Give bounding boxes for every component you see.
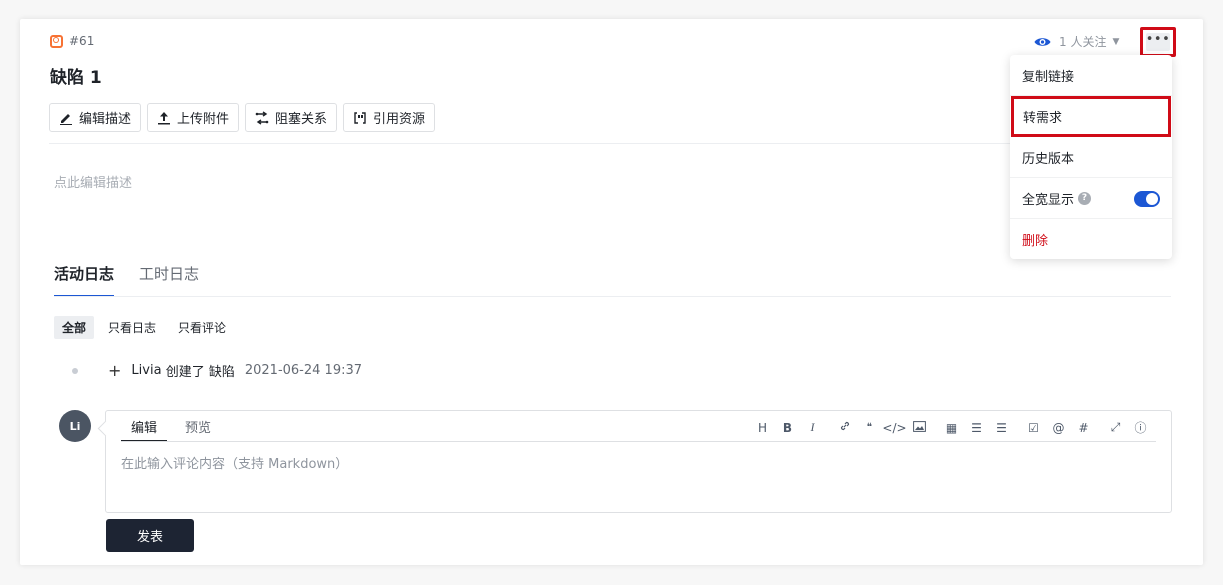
tab-activity-log[interactable]: 活动日志 [54,263,115,297]
activity-object: 缺陷 [208,365,235,380]
timeline-dot [72,367,78,374]
heading-icon[interactable]: H [750,421,775,435]
table-icon[interactable]: ▦ [939,421,964,435]
menu-item-delete[interactable]: 删除 [1010,219,1172,260]
full-width-label: 全宽显示 [1022,192,1075,208]
page-title[interactable]: 缺陷 1 [50,63,102,88]
menu-item-history[interactable]: 历史版本 [1010,137,1172,178]
filter-logs-only[interactable]: 只看日志 [100,316,164,339]
checkbox-icon[interactable]: ☑ [1021,421,1046,435]
hashtag-icon[interactable]: # [1071,421,1096,435]
link-icon[interactable] [832,420,857,435]
activity-filters: 全部 只看日志 只看评论 [54,316,234,339]
divider [121,441,1156,442]
menu-item-copy-link[interactable]: 复制链接 [1010,55,1172,96]
upload-attachment-button[interactable]: 上传附件 [147,103,240,132]
issue-id-text: #61 [69,34,95,48]
issue-detail-card: #61 缺陷 1 1 人关注 ▼ ••• 编辑描述 上传附件 阻塞关系 引用资源… [20,19,1203,565]
quote-icon[interactable]: ❝ [857,422,882,433]
more-icon: ••• [1146,33,1170,51]
bug-square-icon [50,34,63,48]
code-icon[interactable]: </> [882,421,907,435]
pencil-icon [60,113,72,125]
reference-resource-button[interactable]: 引用资源 [343,103,436,132]
submit-comment-button[interactable]: 发表 [106,519,194,552]
activity-time: 2021-06-24 19:37 [244,363,363,378]
description-toolbar: 编辑描述 上传附件 阻塞关系 引用资源 [49,103,436,132]
menu-item-full-width[interactable]: 全宽显示 ? [1010,178,1172,219]
blocking-relation-button[interactable]: 阻塞关系 [245,103,338,132]
markdown-toolbar: H B I ❝ </> ▦ ☰ ☰ ☑ @ # ⤢ ⓘ [750,419,1153,436]
log-tabs: 活动日志 工时日志 [54,263,199,297]
tab-worktime-log[interactable]: 工时日志 [139,263,199,297]
upload-attachment-label: 上传附件 [177,112,230,127]
comment-input[interactable]: 在此输入评论内容（支持 Markdown） [121,453,348,472]
description-placeholder[interactable]: 点此编辑描述 [54,172,132,191]
blocking-relation-label: 阻塞关系 [275,112,328,127]
italic-icon[interactable]: I [800,420,825,435]
ordered-list-icon[interactable]: ☰ [964,421,989,435]
more-actions-menu: 复制链接 转需求 历史版本 全宽显示 ? 删除 [1010,55,1172,259]
comment-editor[interactable]: 编辑 预览 H B I ❝ </> ▦ ☰ ☰ ☑ @ # ⤢ ⓘ 在此输入评论… [105,410,1172,513]
unordered-list-icon[interactable]: ☰ [989,421,1014,435]
tab-preview[interactable]: 预览 [175,417,221,442]
more-actions-button[interactable]: ••• [1140,27,1176,57]
chevron-down-icon: ▼ [1112,36,1120,47]
full-width-toggle[interactable] [1134,191,1160,207]
relation-icon [255,110,269,125]
watch-button[interactable]: 1 人关注 ▼ [1034,33,1119,50]
divider [54,296,1171,297]
edit-description-button[interactable]: 编辑描述 [49,103,142,132]
watch-label: 1 人关注 [1059,35,1107,49]
quote-icon [354,111,366,124]
filter-comments-only[interactable]: 只看评论 [170,316,234,339]
reference-resource-label: 引用资源 [373,112,426,127]
mention-icon[interactable]: @ [1046,421,1071,435]
help-icon[interactable]: ⓘ [1128,419,1153,436]
editor-tabs: 编辑 预览 [121,417,221,442]
plus-icon: + [108,361,122,380]
fullscreen-icon[interactable]: ⤢ [1103,420,1128,435]
menu-item-convert-to-requirement[interactable]: 转需求 [1011,96,1171,137]
bold-icon[interactable]: B [775,421,800,435]
eye-icon [1034,37,1051,46]
divider [49,143,1171,144]
edit-description-label: 编辑描述 [79,112,132,127]
filter-all[interactable]: 全部 [54,316,95,339]
activity-user: Livia [131,363,162,378]
issue-id: #61 [50,34,94,48]
activity-action: 创建了 [165,365,205,380]
image-icon[interactable] [907,420,932,435]
activity-entry: + Livia 创建了 缺陷 2021-06-24 19:37 [72,361,362,380]
help-icon: ? [1078,191,1092,205]
avatar: Li [59,410,91,442]
upload-icon [158,111,171,124]
tab-edit[interactable]: 编辑 [121,417,168,442]
